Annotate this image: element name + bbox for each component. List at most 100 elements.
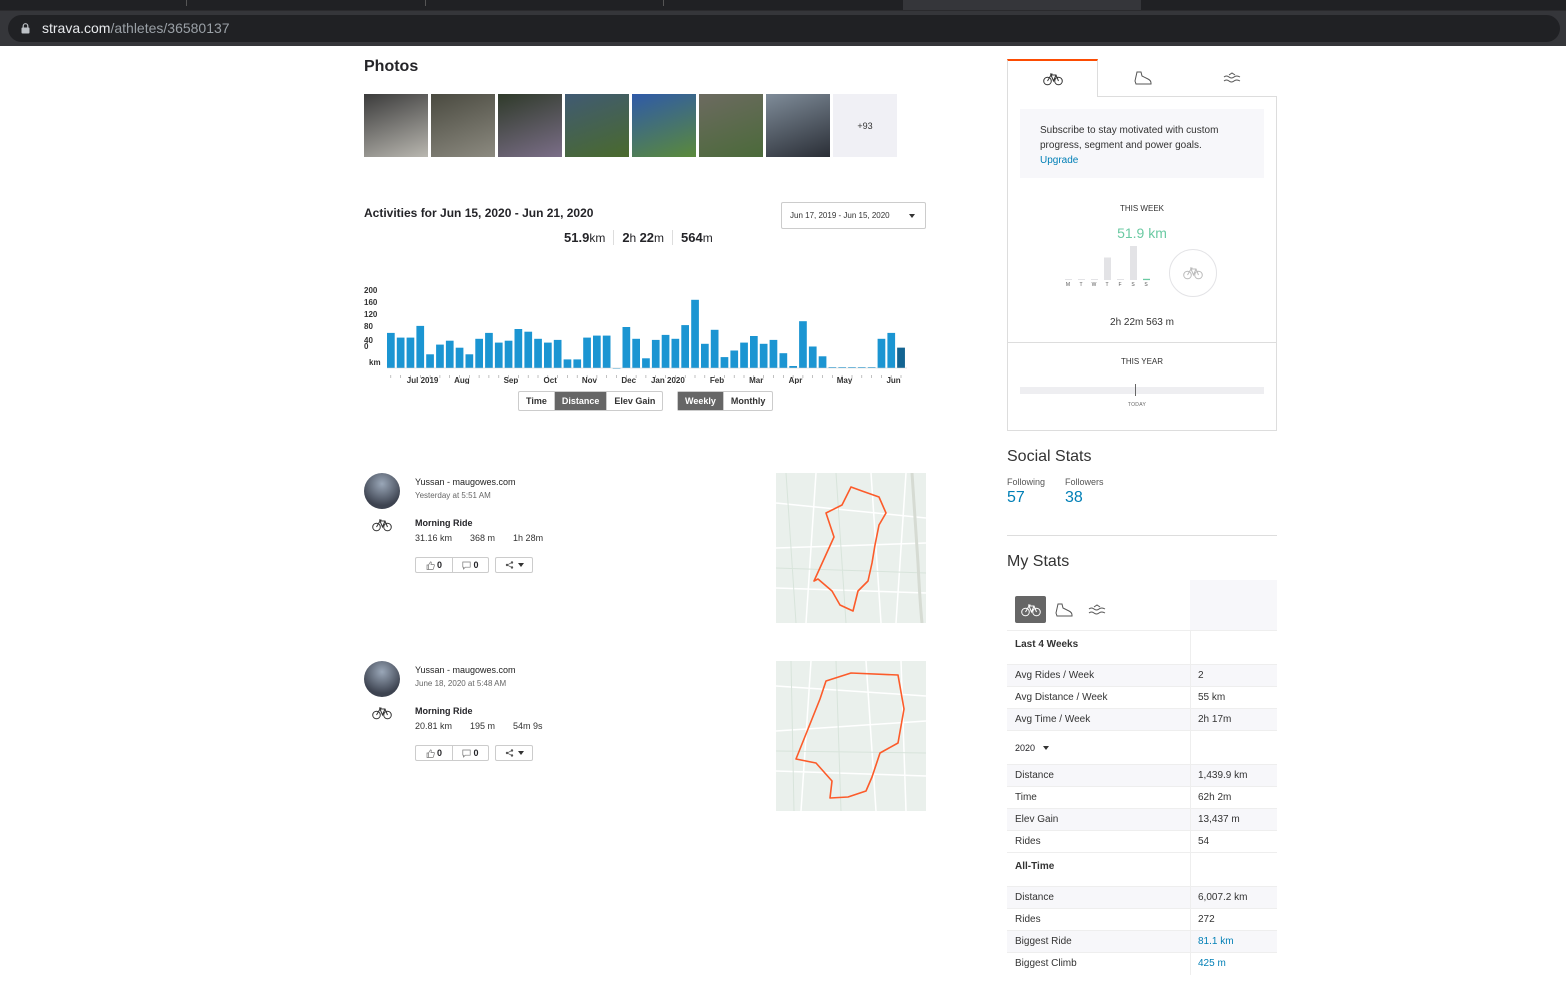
chart-bar[interactable] xyxy=(396,337,405,368)
y-tick-label: 0 xyxy=(364,342,369,351)
followers-count[interactable]: 38 xyxy=(1065,489,1104,507)
tab-swim[interactable] xyxy=(1081,596,1112,623)
following-stat[interactable]: Following 57 xyxy=(1007,477,1045,507)
chart-bar[interactable] xyxy=(642,358,650,369)
activity-feed-entry: Yussan - maugowes.com Yesterday at 5:51 … xyxy=(364,473,929,633)
tab-run[interactable] xyxy=(1098,59,1188,97)
athlete-name[interactable]: Yussan - maugowes.com xyxy=(415,665,516,675)
toggle-elev-gain[interactable]: Elev Gain xyxy=(606,392,662,410)
toggle-monthly[interactable]: Monthly xyxy=(722,392,773,410)
photo-thumbnail[interactable] xyxy=(431,94,495,157)
comment-button[interactable]: 0 xyxy=(452,558,488,572)
swim-icon xyxy=(1224,71,1241,82)
activity-distance: 20.81 km xyxy=(415,721,453,731)
photo-thumbnail[interactable] xyxy=(699,94,763,157)
today-label: TODAY xyxy=(1127,402,1147,408)
chart-bar[interactable] xyxy=(475,338,483,369)
upgrade-link[interactable]: Upgrade xyxy=(1040,153,1244,168)
active-browser-tab[interactable] xyxy=(903,0,1141,10)
chart-bar[interactable] xyxy=(730,350,739,369)
chart-bar[interactable] xyxy=(799,321,807,368)
chart-bar[interactable] xyxy=(808,346,817,369)
chart-bar[interactable] xyxy=(681,325,689,368)
url-field[interactable]: strava.com/athletes/36580137 xyxy=(8,15,1560,42)
route-map[interactable] xyxy=(776,473,926,623)
chart-bar[interactable] xyxy=(573,359,582,368)
chart-bar[interactable] xyxy=(651,339,660,368)
activity-elevation: 195 m xyxy=(470,721,496,731)
chart-bar[interactable] xyxy=(701,343,709,368)
chart-bar[interactable] xyxy=(769,339,778,368)
chart-bar[interactable] xyxy=(494,342,503,368)
chart-bar[interactable] xyxy=(750,336,758,368)
chart-bar[interactable] xyxy=(534,338,542,369)
share-button[interactable] xyxy=(495,745,533,761)
chart-bar[interactable] xyxy=(406,337,415,368)
chart-bar[interactable] xyxy=(691,299,699,369)
activity-title[interactable]: Morning Ride xyxy=(415,706,473,716)
chart-bar[interactable] xyxy=(720,357,729,368)
chart-bar[interactable] xyxy=(887,332,896,368)
kudos-button[interactable]: 0 xyxy=(416,746,452,760)
chart-bar[interactable] xyxy=(416,325,425,368)
photo-thumbnail[interactable] xyxy=(565,94,629,157)
chart-bar[interactable] xyxy=(553,339,562,368)
chart-bar[interactable] xyxy=(602,335,611,368)
activity-title[interactable]: Morning Ride xyxy=(415,518,473,528)
tab-ride[interactable] xyxy=(1007,59,1099,97)
chart-bar[interactable] xyxy=(710,329,719,368)
following-count[interactable]: 57 xyxy=(1007,489,1045,507)
tab-ride[interactable] xyxy=(1015,596,1046,623)
route-map[interactable] xyxy=(776,661,926,811)
chart-bar[interactable] xyxy=(740,342,748,368)
chart-bar[interactable] xyxy=(661,334,670,368)
stat-value[interactable]: 81.1 km xyxy=(1198,936,1234,947)
column-divider xyxy=(1190,931,1191,953)
comment-button[interactable]: 0 xyxy=(452,746,488,760)
year-select[interactable]: 2020 xyxy=(1015,743,1050,753)
tab-swim[interactable] xyxy=(1187,59,1277,97)
chart-bar[interactable] xyxy=(779,353,788,368)
photo-thumbnail[interactable] xyxy=(364,94,428,157)
chart-bar[interactable] xyxy=(544,342,552,368)
chart-bar[interactable] xyxy=(818,356,827,368)
chart-bar[interactable] xyxy=(504,340,513,368)
chart-bar[interactable] xyxy=(387,332,395,368)
more-photos-button[interactable]: +93 xyxy=(833,94,897,157)
chart-bar[interactable] xyxy=(563,359,572,368)
followers-stat[interactable]: Followers 38 xyxy=(1065,477,1104,507)
chart-bar[interactable] xyxy=(632,338,640,369)
chart-bar[interactable] xyxy=(426,354,434,368)
chart-bar[interactable] xyxy=(455,347,464,368)
chart-bar[interactable] xyxy=(593,335,601,368)
toggle-distance[interactable]: Distance xyxy=(553,392,607,410)
chart-bar[interactable] xyxy=(436,344,444,368)
chart-bar[interactable] xyxy=(514,329,523,368)
stats-header-shade xyxy=(1190,580,1277,630)
chart-bar[interactable] xyxy=(671,338,680,369)
chart-bar[interactable] xyxy=(583,337,591,368)
distance-unit: km xyxy=(589,231,606,245)
chart-bar[interactable] xyxy=(485,332,493,368)
toggle-time[interactable]: Time xyxy=(519,392,554,410)
athlete-name[interactable]: Yussan - maugowes.com xyxy=(415,477,516,487)
photo-thumbnail[interactable] xyxy=(766,94,830,157)
photo-thumbnail[interactable] xyxy=(632,94,696,157)
chart-bar[interactable] xyxy=(524,331,533,368)
toggle-weekly[interactable]: Weekly xyxy=(678,392,723,410)
chart-bar[interactable] xyxy=(465,354,474,368)
date-range-select[interactable]: Jun 17, 2019 - Jun 15, 2020 xyxy=(781,202,926,229)
avatar[interactable] xyxy=(364,473,400,509)
kudos-button[interactable]: 0 xyxy=(416,558,452,572)
chart-bar[interactable] xyxy=(759,343,768,368)
tab-separator xyxy=(425,0,426,6)
share-button[interactable] xyxy=(495,557,533,573)
distance-value: 51.9 xyxy=(564,230,590,245)
stat-value[interactable]: 425 m xyxy=(1198,958,1226,969)
tab-run[interactable] xyxy=(1048,596,1079,623)
chart-bar[interactable] xyxy=(622,327,631,368)
avatar[interactable] xyxy=(364,661,400,697)
chart-bar[interactable] xyxy=(445,340,454,368)
chart-bar[interactable] xyxy=(877,338,886,369)
photo-thumbnail[interactable] xyxy=(498,94,562,157)
